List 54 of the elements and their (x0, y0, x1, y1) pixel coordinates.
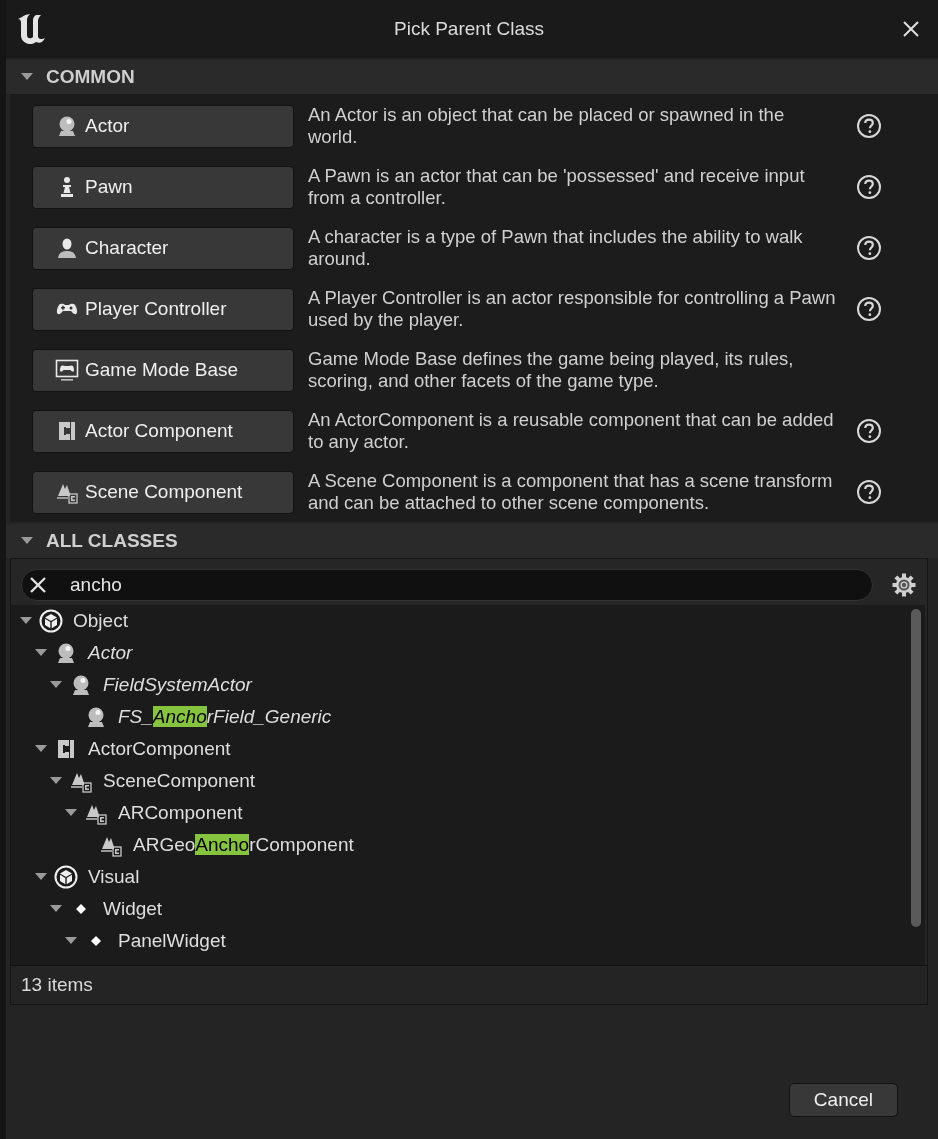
search-field[interactable]: ancho (21, 569, 873, 601)
class-description: Game Mode Base defines the game being played, its rules, scoring, and other facets of the game type. (308, 348, 795, 392)
class-name: ActorComponent (88, 738, 231, 760)
class-description: A Pawn is an actor that can be 'possessed' and receive input from a controller. (308, 165, 806, 209)
class-button[interactable]: Scene Component (32, 470, 294, 514)
help-icon[interactable] (856, 479, 882, 505)
class-description: An ActorComponent is a reusable component that can be added to any actor. (308, 409, 835, 453)
class-description: A Player Controller is an actor responsible for controlling a Pawn used by the player. (308, 287, 837, 331)
common-section-header[interactable]: COMMON (6, 60, 938, 94)
section-title: ALL CLASSES (46, 530, 178, 552)
scrollbar-thumb[interactable] (911, 609, 921, 927)
item-count: 13 items (21, 974, 93, 996)
class-button[interactable]: Game Mode Base (32, 348, 294, 392)
help-icon[interactable] (856, 296, 882, 322)
class-button[interactable]: Player Controller (32, 287, 294, 331)
tree-item[interactable]: Widget (11, 893, 911, 925)
tree-item[interactable]: SceneComponent (11, 765, 911, 797)
settings-icon[interactable] (891, 572, 917, 598)
class-name: SceneComponent (103, 770, 256, 792)
help-icon[interactable] (856, 235, 882, 261)
class-description: An Actor is an object that can be placed or spawned in the world. (308, 104, 786, 148)
cancel-button[interactable]: Cancel (788, 1083, 898, 1117)
all-classes-section-header[interactable]: ALL CLASSES (6, 524, 938, 558)
class-name: Widget (103, 898, 163, 920)
close-icon (902, 20, 920, 38)
monitor-gamepad-icon (55, 358, 79, 382)
section-title: COMMON (46, 66, 135, 88)
help-icon[interactable] (856, 174, 882, 200)
cube-icon (54, 865, 78, 889)
tree-item[interactable]: Actor (11, 637, 911, 669)
help-icon[interactable] (856, 113, 882, 139)
class-name: PanelWidget (118, 930, 226, 952)
class-description: A character is a type of Pawn that includes the ability to walk around. (308, 226, 804, 270)
class-button[interactable]: Actor (32, 104, 294, 148)
tree-item[interactable]: Visual (11, 861, 911, 893)
tree-item[interactable]: ARComponent (11, 797, 911, 829)
class-name: FieldSystemActor (103, 674, 252, 696)
class-name: Actor (88, 642, 133, 664)
class-description: A Scene Component is a component that has a scene transform and can be attached to other scene components. (308, 470, 834, 514)
class-button[interactable]: Pawn (32, 165, 294, 209)
tree-item[interactable]: FieldSystemActor (11, 669, 911, 701)
class-button[interactable]: Character (32, 226, 294, 270)
window-title: Pick Parent Class (394, 18, 544, 40)
clear-icon[interactable] (29, 576, 47, 594)
bust-icon (55, 236, 79, 260)
class-name: ARComponent (118, 802, 243, 824)
class-name: Object (73, 610, 128, 632)
cube-icon (39, 609, 63, 633)
class-button[interactable]: Actor Component (32, 409, 294, 453)
help-icon[interactable] (856, 418, 882, 444)
tree-item[interactable]: PanelWidget (11, 925, 911, 957)
tree-item[interactable]: Object (11, 605, 911, 637)
class-name: Visual (88, 866, 140, 888)
tree-item[interactable]: ActorComponent (11, 733, 911, 765)
